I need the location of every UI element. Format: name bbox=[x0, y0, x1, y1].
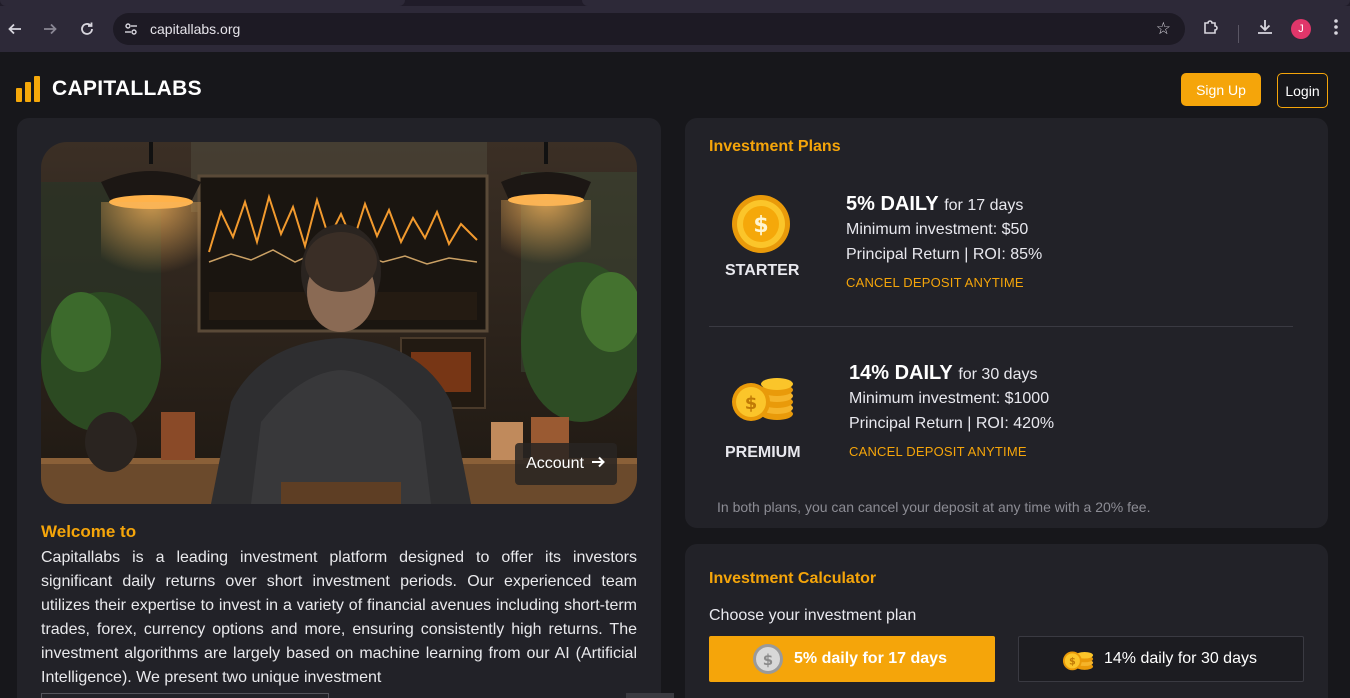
plan-divider bbox=[709, 326, 1293, 327]
login-button[interactable]: Login bbox=[1277, 73, 1328, 108]
plan-min-investment: Minimum investment: $1000 bbox=[849, 390, 1050, 407]
single-coin-icon: $ bbox=[731, 194, 791, 254]
svg-text:$: $ bbox=[745, 393, 758, 414]
scroll-indicator bbox=[626, 693, 674, 698]
plan-return: Principal Return | ROI: 85% bbox=[846, 246, 1043, 263]
plan-rate-premium: 14% DAILY for 30 days bbox=[849, 362, 1037, 385]
back-icon[interactable] bbox=[3, 17, 27, 41]
calculator-prompt: Choose your investment plan bbox=[709, 607, 917, 624]
reload-icon[interactable] bbox=[75, 17, 99, 41]
logo-bars-icon bbox=[16, 76, 42, 102]
brand-logo[interactable]: CAPITALLABS bbox=[16, 76, 202, 102]
investment-plans-card bbox=[685, 118, 1328, 528]
extensions-icon[interactable] bbox=[1201, 17, 1221, 42]
silver-coin-icon: $ bbox=[752, 643, 784, 675]
svg-text:$: $ bbox=[1069, 657, 1076, 668]
plan-option-starter[interactable]: $ 5% daily for 17 days bbox=[709, 636, 995, 682]
plan-duration: for 30 days bbox=[958, 366, 1038, 383]
account-label: Account bbox=[526, 455, 584, 472]
svg-text:$: $ bbox=[753, 213, 768, 238]
plan-return: Principal Return | ROI: 420% bbox=[849, 415, 1055, 432]
calculator-title: Investment Calculator bbox=[709, 570, 877, 587]
download-icon[interactable] bbox=[1255, 17, 1275, 42]
plan-name-starter: STARTER bbox=[725, 262, 800, 279]
coin-stack-icon: $ bbox=[1062, 643, 1094, 675]
plan-cancel-note: CANCEL DEPOSIT ANYTIME bbox=[846, 275, 1024, 290]
plan-rate-text: 14% DAILY bbox=[849, 362, 953, 384]
plans-footnote: In both plans, you can cancel your depos… bbox=[717, 499, 1151, 515]
coin-stack-icon: $ bbox=[731, 372, 795, 424]
account-button[interactable]: Account bbox=[515, 443, 617, 485]
arrow-right-icon bbox=[590, 454, 606, 475]
profile-avatar[interactable]: J bbox=[1291, 19, 1311, 39]
forward-icon[interactable] bbox=[38, 17, 62, 41]
address-bar[interactable]: capitallabs.org ☆ bbox=[113, 13, 1185, 45]
browser-toolbar: capitallabs.org ☆ J bbox=[0, 6, 1350, 52]
welcome-heading: Welcome to bbox=[41, 522, 137, 541]
site-settings-icon[interactable] bbox=[121, 19, 141, 39]
plan-option-label: 14% daily for 30 days bbox=[1104, 650, 1257, 667]
brand-name: CAPITALLABS bbox=[52, 77, 202, 100]
plan-rate-text: 5% DAILY bbox=[846, 193, 939, 215]
plan-duration: for 17 days bbox=[944, 197, 1024, 214]
input-field-partial[interactable] bbox=[41, 693, 329, 698]
toolbar-separator bbox=[1238, 25, 1239, 43]
svg-text:$: $ bbox=[763, 651, 773, 669]
intro-paragraph: Capitallabs is a leading investment plat… bbox=[41, 549, 637, 686]
plan-rate-starter: 5% DAILY for 17 days bbox=[846, 193, 1023, 216]
plan-option-label: 5% daily for 17 days bbox=[794, 650, 947, 667]
signup-button[interactable]: Sign Up bbox=[1181, 73, 1261, 106]
url-text[interactable]: capitallabs.org bbox=[150, 21, 240, 37]
plan-min-investment: Minimum investment: $50 bbox=[846, 221, 1029, 238]
plan-cancel-note: CANCEL DEPOSIT ANYTIME bbox=[849, 444, 1027, 459]
plans-title: Investment Plans bbox=[709, 138, 841, 155]
plan-option-premium[interactable]: $ 14% daily for 30 days bbox=[1018, 636, 1304, 682]
bookmark-star-icon[interactable]: ☆ bbox=[1156, 19, 1171, 39]
menu-kebab-icon[interactable] bbox=[1328, 17, 1344, 42]
plan-name-premium: PREMIUM bbox=[725, 444, 801, 461]
